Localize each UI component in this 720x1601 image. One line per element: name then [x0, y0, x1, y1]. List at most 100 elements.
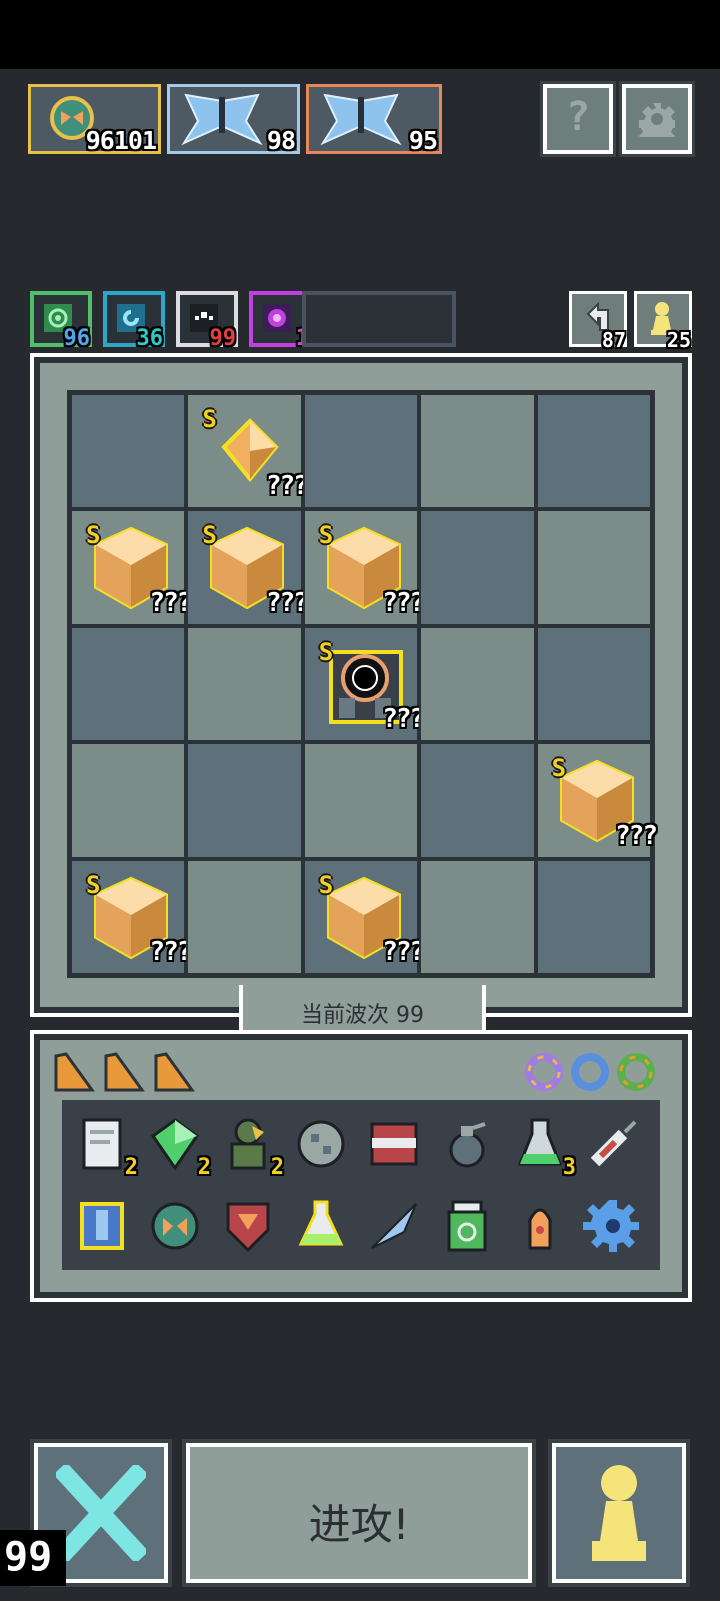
board-cell[interactable]: [186, 858, 303, 975]
inventory-slot[interactable]: [583, 1196, 643, 1256]
board-cell[interactable]: [70, 393, 187, 510]
fox-shield-icon: [226, 1202, 270, 1253]
attack-button[interactable]: 进攻!: [182, 1439, 536, 1587]
tier-label: S: [86, 521, 101, 550]
board-cell[interactable]: [535, 393, 652, 510]
pawn-button[interactable]: [548, 1439, 690, 1587]
chip-count: 96: [63, 326, 91, 351]
inventory-slot[interactable]: [291, 1196, 351, 1256]
unknown-label: ???: [149, 937, 192, 967]
status-bar: [0, 0, 720, 69]
board-grid: S??? S??? S??? S??? S??? S??? S??? S???: [67, 390, 658, 978]
slot-count: 2: [124, 1155, 138, 1180]
wave-label: 当前波次 99: [301, 1003, 424, 1028]
orange-shard-icons[interactable]: [52, 1050, 212, 1094]
gear-icon: [639, 103, 675, 137]
settings-button[interactable]: [619, 81, 695, 157]
undo-button[interactable]: 87: [569, 291, 627, 352]
chip-count: 99: [209, 326, 237, 351]
board-cell[interactable]: S???: [70, 509, 192, 626]
resource-coins: 96101: [28, 84, 161, 155]
pawn-count: 25: [666, 328, 691, 352]
question-icon: ?: [565, 94, 591, 140]
board-cell[interactable]: [419, 742, 536, 859]
blade-icon: [371, 1203, 417, 1249]
syringe-icon: [590, 1120, 637, 1167]
inventory-slot[interactable]: [291, 1114, 351, 1174]
chip-teal[interactable]: 36: [103, 291, 165, 351]
board-cell[interactable]: [186, 625, 303, 743]
inventory-slot[interactable]: [437, 1196, 497, 1256]
resource-count: 95: [408, 126, 438, 155]
board-cell[interactable]: [419, 509, 536, 626]
green-gem-icon: [150, 1118, 200, 1171]
chip-green[interactable]: 96: [30, 291, 92, 351]
butterfly-medal-icon: [151, 1202, 199, 1250]
unknown-label: ???: [382, 587, 425, 618]
tier-label: S: [202, 405, 217, 433]
gear-disc-icon: [297, 1120, 345, 1168]
red-book-icon: [370, 1122, 418, 1166]
potion-icon: [298, 1200, 344, 1246]
inventory-tabs: [52, 1050, 212, 1098]
inventory-slot[interactable]: 2: [145, 1114, 211, 1180]
slot-count: 2: [270, 1155, 284, 1180]
unknown-label: ???: [615, 820, 658, 851]
inventory-slot[interactable]: 3: [510, 1114, 576, 1180]
board-cell[interactable]: [70, 625, 187, 743]
inventory-grid: 2 2 2 3: [62, 1100, 660, 1270]
inventory-slot[interactable]: [218, 1196, 278, 1256]
inventory-slot[interactable]: 2: [218, 1114, 284, 1180]
ring-icons[interactable]: [524, 1052, 664, 1092]
inventory-slot[interactable]: 2: [72, 1114, 138, 1180]
board-cell[interactable]: [535, 625, 652, 743]
board-cell[interactable]: [419, 625, 536, 743]
unknown-label: ???: [265, 587, 309, 618]
resource-count: 98: [266, 126, 296, 155]
inventory-slot[interactable]: [364, 1196, 424, 1256]
fps-counter: 99: [0, 1530, 66, 1586]
help-button[interactable]: ?: [540, 81, 616, 157]
tier-label: S: [86, 870, 101, 899]
inventory-slot[interactable]: [510, 1196, 570, 1256]
board-cell[interactable]: [419, 393, 536, 510]
board-cell[interactable]: [535, 509, 652, 626]
blue-butterfly-icon: [181, 93, 263, 146]
purple-orb-icon: [263, 304, 291, 332]
tier-label: S: [551, 754, 567, 783]
recycle-jar-icon: [447, 1200, 487, 1252]
inventory-slot[interactable]: [72, 1196, 132, 1256]
pawn-counter-button[interactable]: 25: [634, 291, 692, 352]
board-cell[interactable]: S???: [70, 858, 192, 975]
inventory-slot[interactable]: [364, 1114, 424, 1174]
board-cell[interactable]: S???: [186, 509, 309, 626]
inventory-slot[interactable]: [583, 1114, 643, 1174]
unknown-label: ???: [149, 587, 192, 618]
board-cell[interactable]: S???: [302, 625, 425, 743]
pawn-icon: [592, 1465, 646, 1561]
board-cell[interactable]: S???: [535, 742, 658, 859]
board-cell[interactable]: [302, 393, 420, 510]
board-cell[interactable]: [70, 742, 187, 859]
inventory-slot[interactable]: [437, 1114, 497, 1174]
board-cell[interactable]: S???: [302, 509, 425, 626]
bullet-icon: [528, 1208, 552, 1250]
scroll-icon: [82, 1118, 122, 1170]
close-x-icon: [56, 1465, 146, 1561]
tier-label: S: [318, 870, 334, 899]
inventory-slot[interactable]: [145, 1196, 205, 1256]
board-cell[interactable]: [302, 742, 420, 859]
tier-label: S: [202, 521, 217, 550]
board-cell[interactable]: [186, 742, 303, 859]
resource-count: 96101: [85, 126, 157, 155]
board-cell[interactable]: [419, 858, 536, 975]
unknown-label: ???: [382, 937, 425, 967]
chip-white[interactable]: 99: [176, 291, 238, 351]
board-cell[interactable]: [535, 858, 652, 975]
blue-gear-icon: [583, 1200, 639, 1252]
green-flask-icon: [517, 1118, 563, 1166]
tier-label: S: [318, 521, 334, 550]
blue-armor-icon: [80, 1202, 124, 1250]
board-cell[interactable]: S???: [302, 858, 425, 975]
board-cell[interactable]: S???: [186, 393, 309, 510]
